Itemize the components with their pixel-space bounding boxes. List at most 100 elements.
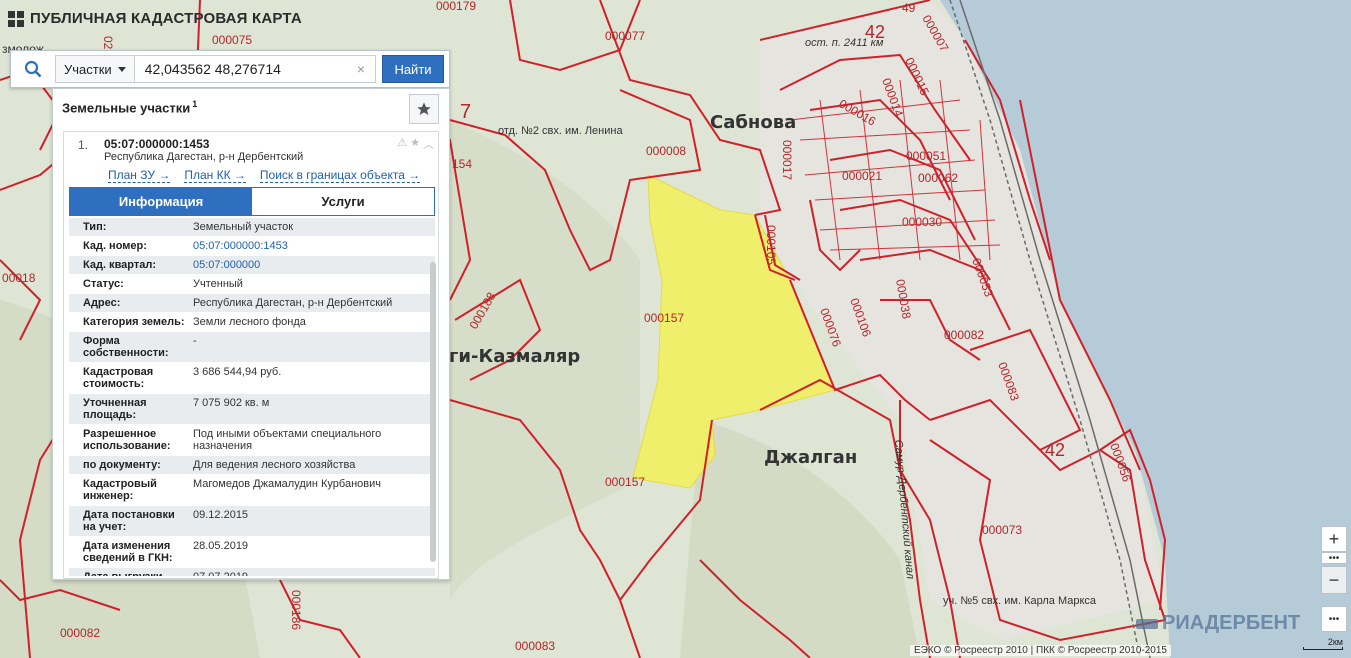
tab-information[interactable]: Информация (70, 188, 252, 215)
panel-title-text: Земельные участки (62, 100, 191, 116)
plan-zu-link[interactable]: План ЗУ → (108, 168, 171, 183)
info-value: Земли лесного фонда (193, 316, 306, 328)
svg-text:000017: 000017 (780, 140, 794, 180)
svg-text:000157: 000157 (644, 311, 684, 325)
item-index: 1. (78, 138, 89, 152)
info-key: Адрес: (83, 297, 121, 309)
info-row: Форма собственности: - (69, 332, 435, 363)
logo-icon (8, 10, 24, 27)
info-row: по документу: Для ведения лесного хозяйст… (69, 456, 435, 475)
svg-text:000073: 000073 (982, 523, 1022, 537)
info-value: Учтенный (193, 278, 243, 290)
info-row: Кадастровая стоимость: 3 686 544,94 руб. (69, 363, 435, 394)
svg-text:000083: 000083 (515, 639, 555, 653)
star-icon (417, 102, 431, 115)
svg-text:000051: 000051 (906, 149, 946, 163)
panel-title: Земельные участки 1 (62, 99, 197, 115)
search-query: 42,043562 48,276714 (144, 61, 281, 77)
place-uch5: уч. №5 свх. им. Карла Маркса (943, 595, 1097, 607)
info-table: Тип: Земельный участок Кад. номер: 05:07:00… (69, 218, 435, 576)
item-tools: ⚠ ★ ︿ (397, 136, 434, 152)
info-key: Форма собственности: (83, 335, 169, 359)
search-type-label: Участки (64, 61, 112, 77)
watermark: РИАДЕРБЕНТ (1136, 612, 1300, 635)
info-key: Кад. квартал: (83, 259, 157, 271)
info-row: Дата выгрузки сведений из ГКН:07.07.2019 (69, 568, 435, 576)
zoom-in-button[interactable]: + (1321, 526, 1347, 552)
more-button[interactable]: ••• (1321, 552, 1347, 564)
svg-text:00018: 00018 (2, 271, 36, 285)
parcel-card: 1. 05:07:000000:1453 Республика Дагестан… (63, 131, 439, 579)
info-key: Уточненная площадь: (83, 397, 147, 421)
info-value: Для ведения лесного хозяйства (193, 459, 356, 471)
info-row: Кадастровый инженер: Магомедов Джамалудин… (69, 475, 435, 506)
place-otd2: отд. №2 свх. им. Ленина (498, 125, 623, 137)
info-value: - (193, 335, 197, 347)
search-icon[interactable] (11, 51, 55, 87)
options-button[interactable]: ••• (1321, 606, 1347, 632)
info-key: Категория земель: (83, 316, 185, 328)
info-value: Земельный участок (193, 221, 294, 233)
svg-text:49: 49 (902, 1, 916, 15)
zoom-out-button[interactable]: − (1321, 566, 1347, 594)
app-title[interactable]: ПУБЛИЧНАЯ КАДАСТРОВАЯ КАРТА (8, 10, 302, 27)
tab-services[interactable]: Услуги (252, 188, 434, 215)
info-key: Кадастровый инженер: (83, 478, 157, 502)
chevron-down-icon (117, 66, 126, 72)
watermark-logo-icon (1136, 618, 1158, 629)
info-row: Кад. номер: 05:07:000000:1453 (69, 237, 435, 256)
info-key: по документу: (83, 459, 161, 471)
favorite-button[interactable] (409, 94, 439, 124)
info-row: Дата изменения сведений в ГКН: 28.05.2019 (69, 537, 435, 568)
info-key: Дата постановки на учет: (83, 509, 175, 533)
info-value: 28.05.2019 (193, 540, 249, 552)
info-value: 09.12.2015 (193, 509, 249, 521)
find-button[interactable]: Найти (382, 55, 444, 83)
svg-text:000077: 000077 (605, 29, 645, 43)
info-row: Адрес: Республика Дагестан, р-н Дербентск… (69, 294, 435, 313)
warning-icon[interactable]: ⚠ (397, 136, 407, 152)
info-row: Уточненная площадь: 7 075 902 кв. м (69, 394, 435, 425)
svg-text:02: 02 (101, 36, 115, 50)
search-type-select[interactable]: Участки (55, 55, 135, 83)
info-row: Разрешенное использование: Под иными объе… (69, 425, 435, 456)
svg-text:000105: 000105 (764, 225, 778, 265)
collapse-icon[interactable]: ︿ (423, 136, 434, 152)
block-number-42: 42 (1045, 440, 1065, 460)
item-cad-number[interactable]: 05:07:000000:1453 (104, 137, 209, 151)
block-number-7: 7 (460, 101, 471, 123)
clear-icon[interactable]: × (357, 61, 365, 77)
info-value[interactable]: 05:07:000000:1453 (189, 237, 435, 255)
watermark-text: РИАДЕРБЕНТ (1162, 612, 1301, 634)
info-value: Республика Дагестан, р-н Дербентский (193, 297, 393, 309)
svg-text:000021: 000021 (842, 169, 882, 183)
item-tabs: Информация Услуги (69, 187, 435, 216)
info-key: Кад. номер: (83, 240, 147, 252)
svg-text:000082: 000082 (944, 328, 984, 342)
copyright: ЕЭКО © Росреестр 2010 | ПКК © Росреестр … (909, 645, 1171, 656)
place-dzhalgan: Джалган (764, 447, 857, 468)
info-value[interactable]: 05:07:000000 (189, 256, 435, 274)
info-value: Под иными объектами специального назначе… (193, 428, 382, 452)
svg-text:000008: 000008 (646, 144, 686, 158)
scrollbar[interactable] (430, 262, 436, 562)
results-panel: Земельные участки 1 1. 05:07:000000:1453 … (52, 88, 450, 580)
scale-label: 2км (1327, 637, 1343, 647)
info-row: Тип: Земельный участок (69, 218, 435, 237)
search-in-bounds-link[interactable]: Поиск в границах объекта → (259, 168, 421, 183)
search-input[interactable]: 42,043562 48,276714 × (134, 55, 376, 83)
item-address: Республика Дагестан, р-н Дербентский (104, 151, 304, 163)
svg-text:000179: 000179 (436, 0, 476, 13)
info-row: Категория земель: Земли лесного фонда (69, 313, 435, 332)
info-value: 07.07.2019 (189, 568, 435, 576)
item-links: План ЗУ → План КК → Поиск в границах объ… (108, 168, 421, 183)
place-sabnova: Сабнова (710, 112, 796, 133)
result-count: 1 (192, 99, 198, 109)
info-key: Тип: (83, 221, 107, 233)
svg-text:000157: 000157 (605, 475, 645, 489)
place-station: ост. п. 2411 км (805, 37, 884, 49)
info-value: Магомедов Джамалудин Курбанович (193, 478, 381, 490)
star-icon[interactable]: ★ (410, 136, 420, 152)
plan-kk-link[interactable]: План КК → (184, 168, 246, 183)
info-key: Дата изменения сведений в ГКН: (83, 540, 173, 564)
